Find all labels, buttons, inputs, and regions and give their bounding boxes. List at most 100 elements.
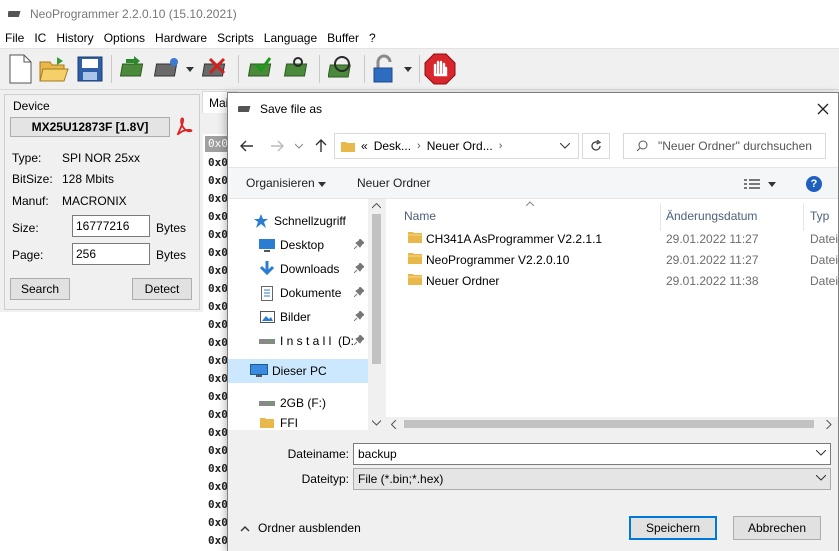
- chevron-down-icon: [560, 143, 570, 149]
- auto-chip-button[interactable]: [326, 53, 358, 85]
- address-bar[interactable]: « Desk... › Neuer Ord... ›: [334, 133, 579, 159]
- close-icon[interactable]: [814, 100, 832, 118]
- chevron-right-icon[interactable]: ›: [499, 140, 503, 152]
- save-button[interactable]: Speichern: [629, 516, 717, 540]
- blank-check-button[interactable]: [282, 53, 314, 85]
- menu-help[interactable]: ?: [364, 31, 381, 45]
- recent-locations-button[interactable]: [290, 137, 308, 155]
- stop-button[interactable]: [424, 53, 456, 85]
- chevron-right-icon[interactable]: ›: [417, 140, 421, 152]
- type-value: SPI NOR 25xx: [62, 151, 141, 165]
- detect-button[interactable]: Detect: [132, 278, 192, 300]
- command-bar: Organisieren Neuer Ordner ?: [228, 167, 838, 199]
- refresh-icon: [591, 140, 602, 151]
- menu-history[interactable]: History: [51, 31, 98, 45]
- pin-icon: [354, 335, 364, 345]
- pdf-icon[interactable]: [175, 117, 193, 137]
- menu-language[interactable]: Language: [259, 31, 322, 45]
- up-button[interactable]: [312, 137, 330, 155]
- scroll-right-icon[interactable]: [826, 420, 832, 429]
- column-name[interactable]: Name: [404, 209, 436, 223]
- save-options-area: Dateiname: backup Dateityp: File (*.bin;…: [228, 431, 838, 551]
- file-name: CH341A AsProgrammer V2.2.1.1: [426, 232, 603, 246]
- hex-row-address: 0x0: [208, 444, 228, 457]
- file-type: Dateiordner: [810, 253, 839, 267]
- program-chip-button[interactable]: [152, 53, 184, 85]
- cancel-button[interactable]: Abbrechen: [733, 516, 821, 540]
- size-label: Size:: [12, 221, 39, 235]
- open-file-button[interactable]: [38, 53, 70, 85]
- bitsize-label: BitSize:: [12, 172, 53, 186]
- nav-item-label: Downloads: [280, 262, 340, 276]
- menu-hardware[interactable]: Hardware: [150, 31, 212, 45]
- scroll-thumb[interactable]: [404, 420, 814, 428]
- menu-ic[interactable]: IC: [29, 31, 51, 45]
- new-file-button[interactable]: [4, 53, 36, 85]
- scroll-thumb[interactable]: [372, 214, 381, 364]
- folder-icon: [341, 141, 355, 152]
- padlock-icon: [373, 54, 393, 83]
- breadcrumb-desktop[interactable]: Desk...: [374, 139, 411, 153]
- file-row[interactable]: CH341A AsProgrammer V2.2.1.1 29.01.2022 …: [386, 228, 839, 249]
- hide-folders-toggle[interactable]: Ordner ausblenden: [240, 521, 361, 535]
- bitsize-value: 128 Mbits: [62, 172, 115, 186]
- size-field[interactable]: 16777216: [72, 215, 150, 237]
- file-row[interactable]: NeoProgrammer V2.2.0.10 29.01.2022 11:27…: [386, 249, 839, 270]
- page-unit: Bytes: [156, 248, 187, 262]
- scroll-up-icon[interactable]: [372, 203, 381, 209]
- device-bottom-area: [0, 312, 205, 551]
- chevron-down-icon[interactable]: [404, 65, 412, 73]
- view-list-icon: [744, 179, 776, 189]
- filename-input[interactable]: backup: [353, 443, 831, 465]
- chip-auto-icon: [328, 56, 351, 78]
- pin-icon: [354, 263, 364, 273]
- file-list-hscrollbar[interactable]: [386, 417, 838, 431]
- chip-erase-icon: [202, 57, 226, 77]
- nav-scrollbar[interactable]: [368, 199, 385, 430]
- device-legend: Device: [11, 99, 52, 113]
- hex-row-address: 0x0: [208, 534, 228, 547]
- file-date: 29.01.2022 11:38: [666, 274, 759, 288]
- chevron-down-icon[interactable]: [186, 65, 194, 73]
- erase-chip-button[interactable]: [200, 53, 232, 85]
- chevron-down-icon[interactable]: [816, 450, 826, 456]
- save-file-button[interactable]: [74, 53, 106, 85]
- organize-button[interactable]: Organisieren: [246, 176, 327, 190]
- menu-buffer[interactable]: Buffer: [322, 31, 364, 45]
- filetype-select[interactable]: File (*.bin;*.hex): [353, 468, 831, 490]
- menu-options[interactable]: Options: [99, 31, 150, 45]
- breadcrumb-neuer-ordner[interactable]: Neuer Ord...: [427, 139, 493, 153]
- nav-item-label: 2GB (F:): [280, 396, 327, 410]
- nav-item-this-pc[interactable]: Dieser PC: [228, 359, 368, 383]
- protect-button[interactable]: [368, 53, 400, 85]
- back-button[interactable]: [238, 137, 256, 155]
- menu-file[interactable]: File: [0, 31, 29, 45]
- search-field[interactable]: "Neuer Ordner" durchsuchen: [623, 133, 826, 159]
- scroll-left-icon[interactable]: [391, 420, 397, 429]
- help-icon[interactable]: ?: [806, 176, 822, 192]
- view-options-button[interactable]: [744, 178, 778, 193]
- refresh-button[interactable]: [582, 133, 610, 159]
- file-row[interactable]: Neuer Ordner 29.01.2022 11:38 Dateiordne…: [386, 270, 839, 291]
- hex-row-address: 0x0: [208, 192, 228, 205]
- column-date[interactable]: Änderungsdatum: [666, 209, 757, 223]
- search-button[interactable]: Search: [10, 278, 70, 300]
- file-name: Neuer Ordner: [426, 274, 500, 288]
- breadcrumb-overflow[interactable]: «: [361, 139, 368, 153]
- chip-icon: [8, 11, 21, 17]
- chip-name[interactable]: MX25U12873F [1.8V]: [10, 117, 170, 137]
- forward-button[interactable]: [268, 137, 286, 155]
- new-folder-button[interactable]: Neuer Ordner: [357, 176, 430, 190]
- read-chip-button[interactable]: [118, 53, 150, 85]
- address-dropdown[interactable]: [555, 133, 575, 159]
- hex-row-address: 0x0: [208, 264, 228, 277]
- file-type: Dateiordner: [810, 232, 839, 246]
- column-type[interactable]: Typ: [810, 209, 829, 223]
- pc-icon: [250, 364, 268, 377]
- nav-item-label: I n s t a l l (D:: [280, 334, 355, 348]
- page-field[interactable]: 256: [72, 243, 150, 265]
- scroll-down-icon[interactable]: [372, 420, 381, 426]
- menu-scripts[interactable]: Scripts: [212, 31, 259, 45]
- hex-row-address: 0x0: [208, 300, 228, 313]
- verify-chip-button[interactable]: [246, 53, 278, 85]
